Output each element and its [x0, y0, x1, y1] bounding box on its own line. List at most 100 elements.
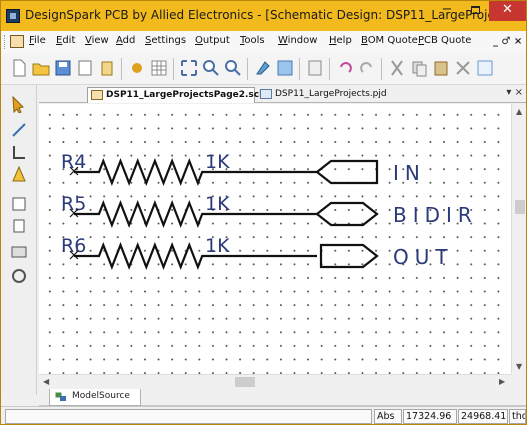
resistor-value-label[interactable]: 1K [205, 151, 230, 173]
add-text-icon[interactable] [10, 165, 28, 183]
resistor-ref-label[interactable]: R6 [61, 235, 86, 257]
menu-pcb-quote[interactable]: PCB Quote [418, 35, 471, 46]
status-y-coordinate: 24968.41 [458, 409, 508, 424]
menu-settings[interactable]: Settings [145, 35, 186, 46]
status-coord-mode: Abs [374, 409, 402, 424]
status-message [5, 409, 372, 424]
main-toolbar [1, 53, 526, 85]
open-folder-icon[interactable] [31, 58, 51, 78]
mdi-window-controls[interactable]: _ ♂ × [493, 36, 522, 47]
port-symbol[interactable] [319, 243, 379, 269]
cut-icon[interactable] [387, 58, 407, 78]
schematic-drawing: R4 1K IN R5 1K BIDIR R6 1K OUT [61, 151, 478, 271]
vertical-scrollbar[interactable]: ▲ ▼ [511, 104, 526, 374]
scroll-down-icon[interactable]: ▼ [516, 362, 522, 371]
snap-icon[interactable] [127, 58, 147, 78]
document-tabs: DSP11_LargeProjectsPage2.sch DSP11_Large… [39, 86, 526, 103]
save-icon[interactable] [53, 58, 73, 78]
scroll-up-icon[interactable]: ▲ [516, 107, 522, 116]
menu-file[interactable]: File [29, 35, 46, 46]
add-shape-icon[interactable] [10, 243, 28, 261]
add-circle-icon[interactable] [10, 267, 28, 285]
left-toolbar [1, 85, 37, 395]
schematic-file-icon [91, 90, 103, 100]
resistor-ref-label[interactable]: R5 [61, 193, 86, 215]
zoom-in-icon[interactable] [201, 58, 221, 78]
tab-project[interactable]: DSP11_LargeProjects.pjd [257, 87, 407, 103]
maximize-icon [470, 6, 480, 14]
resistor-value-label[interactable]: 1K [205, 235, 230, 257]
port-name-label[interactable]: BIDIR [393, 203, 478, 227]
document-menu-icon[interactable] [10, 35, 24, 48]
resistor-ref-label[interactable]: R4 [61, 151, 86, 173]
bottom-panel-tabs: ModelSource [39, 389, 526, 406]
zoom-fit-icon[interactable] [179, 58, 199, 78]
menu-edit[interactable]: Edit [56, 35, 75, 46]
add-wire-icon[interactable] [10, 121, 28, 139]
zoom-out-icon[interactable] [223, 58, 243, 78]
horizontal-scroll-thumb[interactable] [235, 377, 255, 387]
status-units: thou [509, 409, 526, 424]
grid-view-icon[interactable] [275, 58, 295, 78]
copy-icon[interactable] [409, 58, 429, 78]
undo-icon[interactable] [335, 58, 355, 78]
menu-help[interactable]: Help [329, 35, 352, 46]
tab-modelsource[interactable]: ModelSource [49, 389, 141, 406]
highlight-icon[interactable] [253, 58, 273, 78]
add-port-icon[interactable] [10, 217, 28, 235]
select-pointer-icon[interactable] [10, 95, 28, 113]
delete-icon[interactable] [453, 58, 473, 78]
menu-window[interactable]: Window [278, 35, 317, 46]
vertical-scroll-thumb[interactable] [515, 200, 525, 214]
schematic-canvas[interactable]: R4 1K IN R5 1K BIDIR R6 1K OUT [39, 104, 511, 374]
port-name-label[interactable]: IN [393, 161, 426, 185]
menu-grip[interactable] [4, 35, 7, 49]
menu-view[interactable]: View [85, 35, 109, 46]
tab-schematic-page[interactable]: DSP11_LargeProjectsPage2.sch [87, 87, 266, 103]
status-bar: Abs 17324.96 24968.41 thou [1, 406, 526, 424]
toolbar-separator [121, 58, 122, 80]
app-window: DesignSpark PCB by Allied Electronics - … [0, 0, 527, 425]
dropdown-icon[interactable] [475, 58, 495, 78]
port-symbol[interactable] [315, 159, 379, 185]
properties-icon[interactable] [305, 58, 325, 78]
new-file-icon[interactable] [9, 58, 29, 78]
menu-add[interactable]: Add [116, 35, 135, 46]
toolbar-separator [299, 58, 300, 80]
resistor-value-label[interactable]: 1K [205, 193, 230, 215]
resistor-symbol[interactable] [74, 199, 317, 229]
add-connection-icon[interactable] [10, 143, 28, 161]
clipboard-icon[interactable] [97, 58, 117, 78]
menu-tools[interactable]: Tools [240, 35, 265, 46]
paste-icon[interactable] [431, 58, 451, 78]
maximize-button[interactable] [461, 1, 489, 21]
minimize-button[interactable]: − [433, 1, 461, 21]
toolbar-separator [247, 58, 248, 80]
add-component-icon[interactable] [10, 195, 28, 213]
close-file-icon[interactable] [75, 58, 95, 78]
scroll-left-icon[interactable]: ◀ [43, 377, 49, 386]
port-name-label[interactable]: OUT [393, 245, 454, 269]
tab-project-label: DSP11_LargeProjects.pjd [275, 89, 387, 99]
status-x-coordinate: 17324.96 [403, 409, 457, 424]
menu-bar: File Edit View Add Settings Output Tools… [1, 31, 526, 53]
resistor-symbol[interactable] [74, 157, 317, 187]
modelsource-icon [55, 392, 66, 401]
toolbar-separator [173, 58, 174, 80]
resistor-symbol[interactable] [74, 241, 317, 271]
menu-bom-quote[interactable]: BOM Quote [361, 35, 418, 46]
tab-schematic-label: DSP11_LargeProjectsPage2.sch [106, 90, 266, 100]
modelsource-label: ModelSource [72, 391, 130, 401]
scroll-right-icon[interactable]: ▶ [499, 377, 505, 386]
menu-output[interactable]: Output [195, 35, 230, 46]
app-logo-icon [6, 9, 20, 23]
tab-pin-close[interactable]: ▾ × [506, 87, 523, 98]
title-bar: DesignSpark PCB by Allied Electronics - … [1, 1, 526, 31]
port-symbol[interactable] [315, 201, 379, 227]
grid-icon[interactable] [149, 58, 169, 78]
horizontal-scrollbar[interactable]: ◀ ▶ [39, 374, 511, 389]
redo-icon[interactable] [357, 58, 377, 78]
close-button[interactable]: ✕ [489, 1, 526, 21]
scroll-corner [511, 374, 526, 389]
project-file-icon [260, 89, 272, 99]
